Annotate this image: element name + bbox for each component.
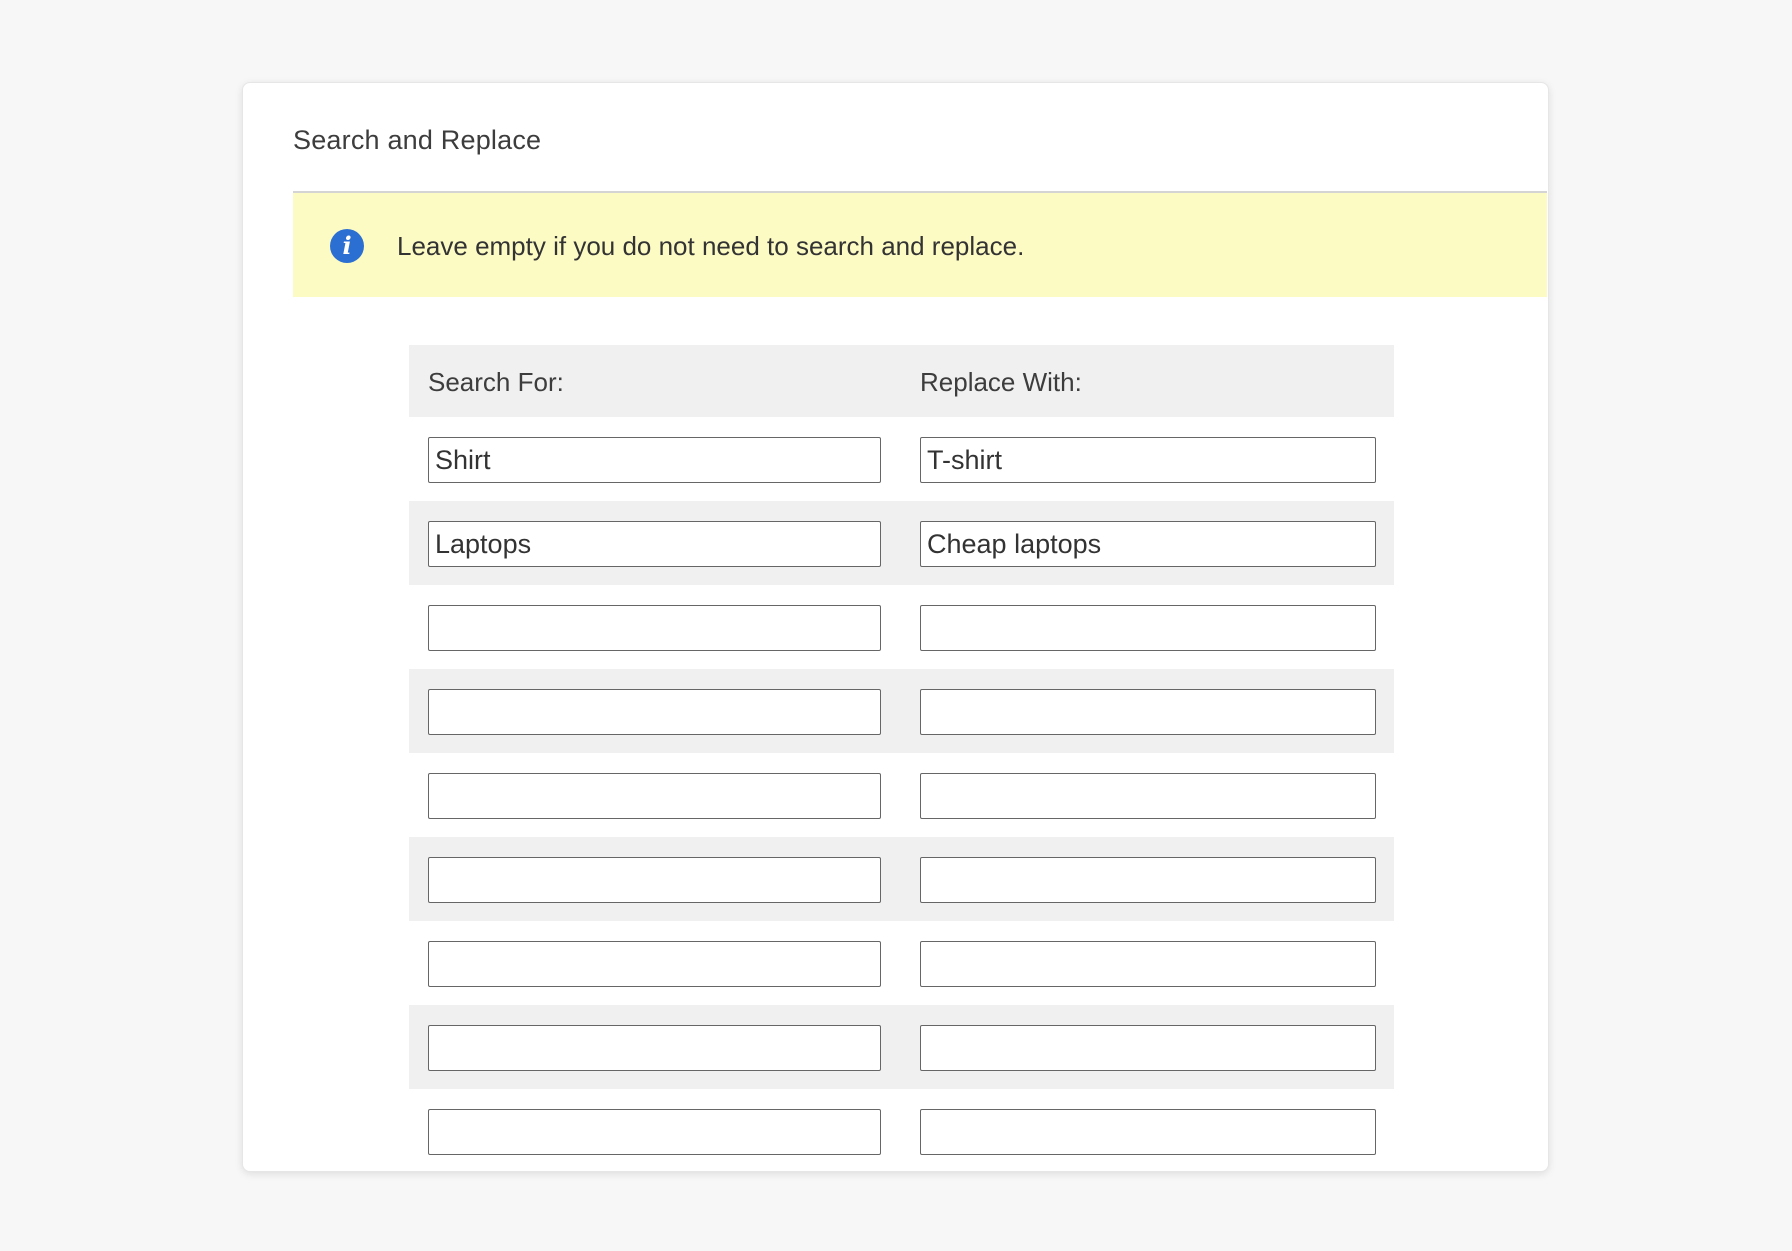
search-for-input[interactable] — [428, 689, 881, 735]
table-row — [409, 669, 1394, 753]
info-icon: i — [330, 229, 364, 263]
table-row — [409, 501, 1394, 585]
table-row — [409, 1005, 1394, 1089]
replace-with-input[interactable] — [920, 941, 1376, 987]
table-row — [409, 753, 1394, 837]
notice-text: Leave empty if you do not need to search… — [397, 231, 1025, 261]
search-replace-panel: Search and Replace i Leave empty if you … — [242, 82, 1549, 1172]
grid-header: Search For: Replace With: — [409, 345, 1394, 417]
replace-with-input[interactable] — [920, 1025, 1376, 1071]
panel-title: Search and Replace — [293, 125, 542, 155]
replace-with-input[interactable] — [920, 857, 1376, 903]
replace-with-input[interactable] — [920, 437, 1376, 483]
table-row — [409, 921, 1394, 1005]
replace-with-input[interactable] — [920, 773, 1376, 819]
replace-with-input[interactable] — [920, 521, 1376, 567]
info-notice: i Leave empty if you do not need to sear… — [293, 193, 1547, 297]
table-row — [409, 1089, 1394, 1171]
search-for-input[interactable] — [428, 521, 881, 567]
search-replace-grid: Search For: Replace With: — [409, 345, 1394, 1171]
search-for-input[interactable] — [428, 605, 881, 651]
replace-with-input[interactable] — [920, 689, 1376, 735]
replace-with-input[interactable] — [920, 1109, 1376, 1155]
search-for-input[interactable] — [428, 1025, 881, 1071]
table-row — [409, 585, 1394, 669]
search-for-input[interactable] — [428, 941, 881, 987]
search-for-input[interactable] — [428, 773, 881, 819]
replace-with-input[interactable] — [920, 605, 1376, 651]
search-for-input[interactable] — [428, 857, 881, 903]
search-for-input[interactable] — [428, 437, 881, 483]
search-for-input[interactable] — [428, 1109, 881, 1155]
table-row — [409, 417, 1394, 501]
table-row — [409, 837, 1394, 921]
replace-with-header: Replace With: — [920, 367, 1082, 397]
search-for-header: Search For: — [428, 367, 564, 397]
